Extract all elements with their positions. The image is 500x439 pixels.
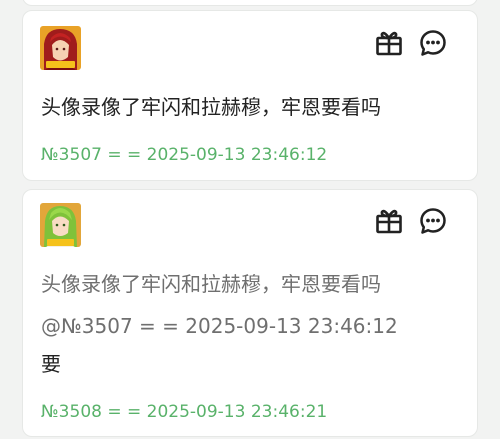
avatar-green-hair-character-icon bbox=[40, 203, 81, 247]
comment-icon[interactable] bbox=[418, 28, 448, 58]
comment-icon[interactable] bbox=[418, 206, 448, 236]
post-card: 头像录像了牢闪和拉赫穆，牢恩要看吗 @№3507 = = 2025-09-13 … bbox=[22, 189, 478, 437]
post-body: 头像录像了牢闪和拉赫穆，牢恩要看吗 bbox=[41, 95, 381, 119]
previous-post-card bbox=[22, 0, 478, 6]
post-body: 要 bbox=[41, 352, 61, 376]
gift-icon[interactable] bbox=[374, 28, 404, 58]
post-card: 头像录像了牢闪和拉赫穆，牢恩要看吗 №3507 = = 2025-09-13 2… bbox=[22, 10, 478, 181]
post-meta[interactable]: №3508 = = 2025-09-13 23:46:21 bbox=[41, 398, 327, 426]
quoted-post-body: 头像录像了牢闪和拉赫穆，牢恩要看吗 bbox=[41, 272, 381, 296]
post-meta[interactable]: №3507 = = 2025-09-13 23:46:12 bbox=[41, 141, 327, 169]
avatar[interactable] bbox=[40, 203, 81, 247]
avatar-red-hair-character-icon bbox=[40, 26, 81, 70]
post-feed: 头像录像了牢闪和拉赫穆，牢恩要看吗 №3507 = = 2025-09-13 2… bbox=[0, 0, 500, 439]
gift-icon[interactable] bbox=[374, 206, 404, 236]
quoted-post-meta[interactable]: @№3507 = = 2025-09-13 23:46:12 bbox=[41, 312, 398, 340]
avatar[interactable] bbox=[40, 26, 81, 70]
